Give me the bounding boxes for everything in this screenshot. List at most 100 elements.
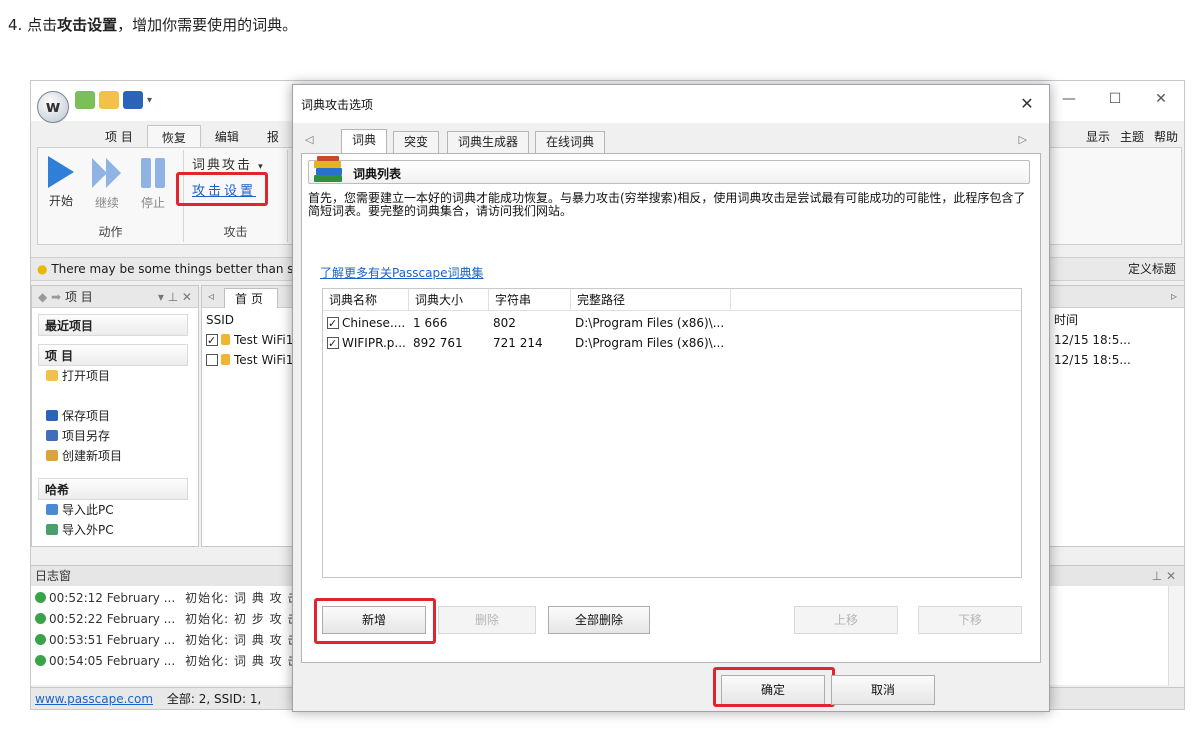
tab-recovery[interactable]: 恢复	[146, 125, 201, 149]
ribbon-right-menu: 显示 主题 帮助	[1086, 125, 1178, 149]
tab-home[interactable]: 首页	[224, 288, 279, 308]
lock-icon	[221, 334, 230, 345]
books-icon	[314, 156, 342, 182]
tab-online-dict[interactable]: 在线词典	[535, 131, 606, 153]
highlight-box-attack-settings	[176, 172, 268, 206]
import-this-pc-item[interactable]: 导入此PC	[46, 500, 114, 520]
table-row[interactable]: Test WiFi1	[206, 350, 293, 370]
dictionary-table: 词典名称 词典大小 字符串 完整路径 Chinese.... 1 666 802…	[322, 288, 1022, 578]
folder-icon	[46, 370, 58, 381]
pin-close-icon[interactable]: ⊥ ✕	[1152, 566, 1176, 586]
maximize-icon[interactable]: ☐	[1092, 87, 1138, 111]
ribbon-tabs: 项 目 恢复 编辑 报	[91, 125, 293, 149]
create-project-item[interactable]: 创建新项目	[46, 446, 122, 466]
dict-name-cell: WIFIPR.p...	[323, 333, 406, 354]
move-down-button[interactable]: 下移	[918, 606, 1022, 634]
minimize-icon[interactable]: —	[1046, 87, 1092, 111]
row-checkbox[interactable]	[327, 314, 339, 334]
start-button[interactable]: 开始	[40, 154, 82, 209]
row-checkbox[interactable]	[327, 334, 339, 354]
tab-scroll-left-icon[interactable]: ◁	[305, 133, 313, 146]
quick-access-toolbar: ▾	[75, 89, 152, 111]
ok-check-icon	[35, 634, 46, 645]
menu-display[interactable]: 显示	[1086, 125, 1110, 149]
column-time[interactable]: 时间	[1054, 310, 1078, 330]
menu-help[interactable]: 帮助	[1154, 125, 1178, 149]
qat-dropdown-icon[interactable]: ▾	[147, 95, 152, 106]
section-projects[interactable]: 项 目	[38, 344, 188, 366]
section-hash[interactable]: 哈希	[38, 478, 188, 500]
tab-dict-generator[interactable]: 词典生成器	[447, 131, 530, 153]
tab-scroll-left-icon[interactable]: ◃	[208, 289, 214, 303]
delete-all-button[interactable]: 全部删除	[548, 606, 650, 634]
dict-attack-options-dialog: 词典攻击选项 ✕ ◁ 词典 突变 词典生成器 在线词典 ▷ 词典列表 首先，您需…	[292, 84, 1050, 712]
dialog-titlebar: 词典攻击选项 ✕	[293, 85, 1049, 123]
log-row: 00:53:51 February ... 初始化: 词 典 攻 击	[35, 630, 300, 651]
save-project-item[interactable]: 保存项目	[46, 406, 110, 426]
log-row: 00:54:05 February ... 初始化: 词 典 攻 击	[35, 651, 300, 672]
tab-report[interactable]: 报	[253, 125, 293, 149]
log-scrollbar[interactable]	[1168, 586, 1184, 686]
group-label-action: 动作	[98, 225, 123, 239]
dialog-tabs: ◁ 词典 突变 词典生成器 在线词典 ▷	[301, 129, 1041, 153]
panel-pin-close-icon[interactable]: ▾ ⊥ ✕	[158, 286, 192, 308]
dict-name-cell: Chinese....	[323, 313, 405, 334]
tab-scroll-right-icon[interactable]: ▷	[1019, 133, 1027, 146]
dict-path-cell: D:\Program Files (x86)\...	[575, 316, 725, 330]
play-icon	[48, 156, 74, 188]
refresh-icon[interactable]	[75, 91, 95, 109]
open-folder-icon[interactable]	[99, 91, 119, 109]
open-project-item[interactable]: 打开项目	[46, 366, 110, 386]
new-file-icon	[46, 450, 58, 461]
status-counts: 全部: 2, SSID: 1,	[166, 692, 262, 706]
project-panel-header: ◆ ➡ 项 目 ▾ ⊥ ✕	[32, 286, 198, 308]
close-icon[interactable]: ✕	[1005, 89, 1049, 119]
col-dict-size[interactable]: 词典大小	[409, 289, 489, 311]
tab-project[interactable]: 项 目	[91, 125, 147, 149]
resume-button[interactable]: 继续	[86, 154, 128, 211]
close-window-icon[interactable]: ✕	[1138, 87, 1184, 111]
dict-attack-dropdown[interactable]: 词典攻击 ▾	[192, 154, 265, 173]
nav-arrows-icon[interactable]: ◆ ➡	[38, 290, 61, 304]
tab-scroll-right-icon[interactable]: ▹	[1171, 289, 1177, 303]
project-list-right: ▹ 时间 12/15 18:5... 12/15 18:5...	[1049, 285, 1184, 547]
dict-size-cell: 892 761	[413, 336, 463, 350]
learn-more-link[interactable]: 了解更多有关Passcape词典集	[320, 264, 484, 281]
tab-mutation[interactable]: 突变	[393, 131, 440, 153]
website-link[interactable]: www.passcape.com	[35, 692, 153, 706]
table-row[interactable]: WIFIPR.p... 892 761 721 214 D:\Program F…	[323, 333, 731, 354]
cancel-button[interactable]: 取消	[831, 675, 935, 705]
menu-theme[interactable]: 主题	[1120, 125, 1144, 149]
col-strings[interactable]: 字符串	[489, 289, 571, 311]
ok-check-icon	[35, 592, 46, 603]
project-panel: ◆ ➡ 项 目 ▾ ⊥ ✕ 最近项目 项 目 打开项目 保存项目 项目另存 创建…	[31, 285, 199, 547]
highlight-box-ok	[713, 667, 835, 707]
row-checkbox[interactable]	[206, 331, 218, 351]
ribbon-group-attack: 词典攻击 ▾ 攻击设置 攻击	[176, 150, 288, 242]
table-row[interactable]: Test WiFi1	[206, 330, 293, 351]
resume-icon	[92, 158, 122, 188]
section-recent-projects[interactable]: 最近项目	[38, 314, 188, 336]
import-other-pc-item[interactable]: 导入外PC	[46, 520, 114, 540]
stop-button[interactable]: 停止	[132, 154, 174, 211]
tab-dictionary[interactable]: 词典	[341, 129, 388, 153]
column-ssid[interactable]: SSID	[206, 310, 234, 330]
pc-icon	[46, 504, 58, 515]
chevron-down-icon: ▾	[258, 162, 265, 172]
app-logo-icon[interactable]: w	[37, 91, 69, 123]
dict-strings-cell: 721 214	[493, 336, 543, 350]
window-controls: — ☐ ✕	[1046, 87, 1184, 111]
col-full-path[interactable]: 完整路径	[571, 289, 731, 311]
col-dict-name[interactable]: 词典名称	[323, 289, 409, 311]
dict-path-cell: D:\Program Files (x86)\...	[575, 336, 725, 350]
row-checkbox[interactable]	[206, 354, 218, 366]
delete-button[interactable]: 删除	[438, 606, 536, 634]
move-up-button[interactable]: 上移	[794, 606, 898, 634]
table-row[interactable]: Chinese.... 1 666 802 D:\Program Files (…	[323, 313, 731, 334]
save-project-as-item[interactable]: 项目另存	[46, 426, 110, 446]
tab-edit[interactable]: 编辑	[201, 125, 253, 149]
dict-strings-cell: 802	[493, 316, 516, 330]
define-title-button[interactable]: 定义标题	[1128, 258, 1176, 280]
save-icon[interactable]	[123, 91, 143, 109]
dict-list-header: 词典列表	[308, 156, 1030, 184]
